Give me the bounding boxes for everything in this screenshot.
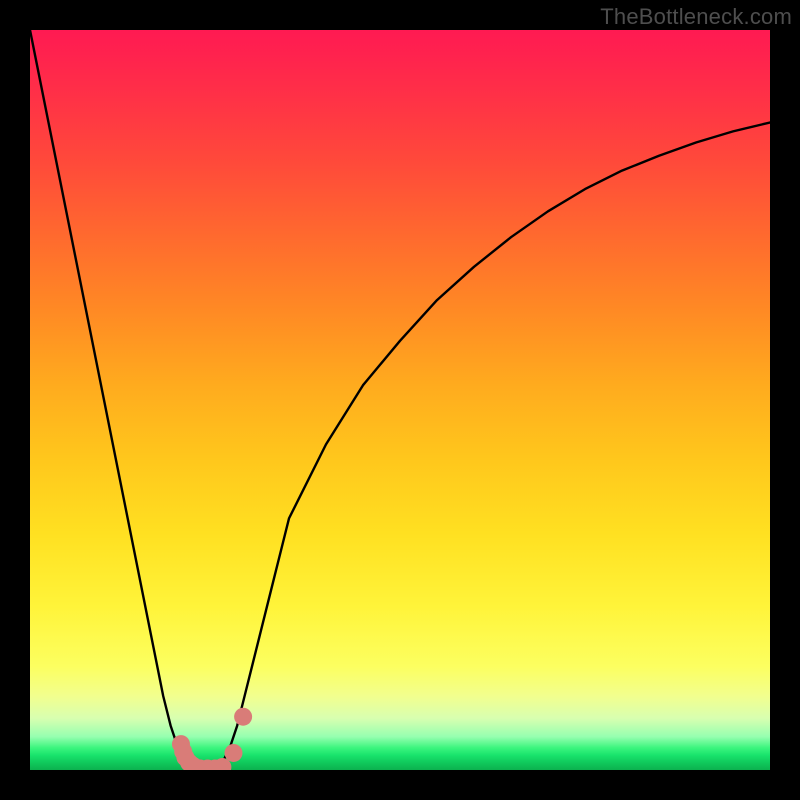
plot-area	[30, 30, 770, 770]
bottleneck-curve	[30, 30, 770, 770]
curve-markers	[172, 708, 252, 770]
chart-svg	[30, 30, 770, 770]
chart-frame: TheBottleneck.com	[0, 0, 800, 800]
marker-dot	[225, 744, 243, 762]
watermark-text: TheBottleneck.com	[600, 4, 792, 30]
marker-dot	[234, 708, 252, 726]
